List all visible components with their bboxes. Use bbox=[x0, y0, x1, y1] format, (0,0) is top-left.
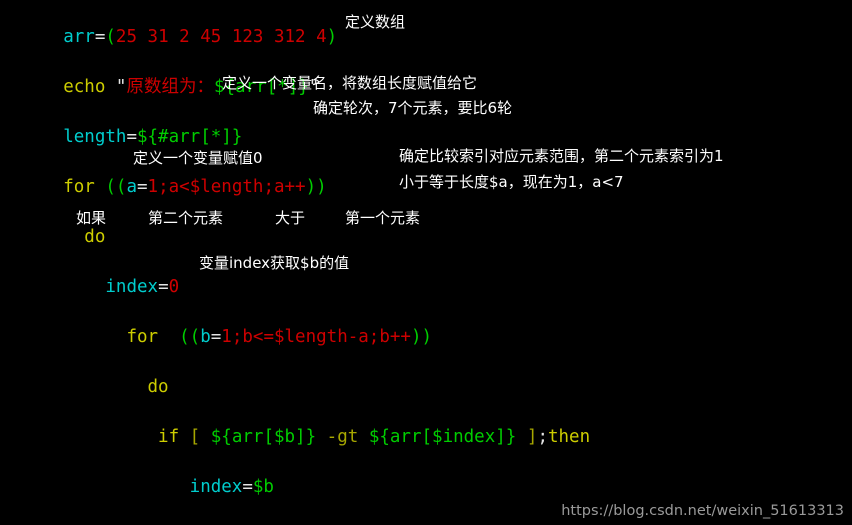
token-keyword-for-inner: for bbox=[126, 327, 159, 347]
token-expansion-array-length: ${#arr[*]} bbox=[136, 127, 243, 147]
code-line-9[interactable]: if [ ${arr[$b]} -gt ${arr[$index]} ];the… bbox=[0, 400, 852, 447]
token-number-zero: 0 bbox=[168, 277, 180, 297]
token-expansion-arr-index: ${arr[$index]} bbox=[368, 427, 517, 447]
token-keyword-then: then bbox=[547, 427, 591, 447]
token-loop-var-b: b bbox=[200, 327, 211, 347]
token-test-bracket-open: [ bbox=[189, 427, 201, 447]
token-semicolon: ; bbox=[537, 427, 548, 447]
code-line-1[interactable]: arr=(25 31 2 45 123 312 4) bbox=[0, 0, 852, 47]
note-define-array: 定义数组 bbox=[345, 13, 406, 31]
code-line-5[interactable]: do bbox=[0, 200, 852, 247]
terminal-screen: arr=(25 31 2 45 123 312 4) echo "原数组为：${… bbox=[0, 0, 852, 525]
note-compare-range: 确定比较索引对应元素范围，第二个元素索引为1 bbox=[399, 147, 724, 165]
token-equals: = bbox=[242, 477, 253, 497]
token-dparen-close: )) bbox=[305, 177, 327, 197]
token-keyword-if: if bbox=[158, 427, 180, 447]
token-paren-close: ) bbox=[326, 27, 338, 47]
code-line-7[interactable]: for ((b=1;b<=$length-a;b++)) bbox=[0, 300, 852, 347]
note-greater-than: 大于 bbox=[275, 209, 306, 227]
token-equals: = bbox=[210, 327, 222, 347]
token-loop-expr-outer: 1;a<$length;a++ bbox=[147, 177, 306, 197]
note-index-gets-b: 变量index获取$b的值 bbox=[199, 254, 350, 272]
note-less-equal-length: 小于等于长度$a，现在为1，a<7 bbox=[399, 173, 624, 191]
token-operator-gt: -gt bbox=[326, 427, 359, 447]
watermark-url: https://blog.csdn.net/weixin_51613313 bbox=[561, 503, 844, 519]
token-dparen-open: (( bbox=[179, 327, 201, 347]
token-identifier-index: index bbox=[105, 277, 159, 297]
token-paren-open: ( bbox=[105, 27, 116, 47]
code-line-10[interactable]: index=$b bbox=[0, 450, 852, 497]
token-identifier-index: index bbox=[189, 477, 243, 497]
token-loop-var-a: a bbox=[126, 177, 137, 197]
token-dparen-open: (( bbox=[105, 177, 127, 197]
token-equals: = bbox=[94, 27, 106, 47]
code-line-2[interactable]: echo "原数组为：${arr[*]}" bbox=[0, 50, 852, 97]
token-quote-open: " bbox=[115, 77, 127, 97]
token-keyword-do-outer: do bbox=[84, 227, 106, 247]
note-rounds: 确定轮次，7个元素，要比6轮 bbox=[313, 99, 513, 117]
note-second-element: 第二个元素 bbox=[148, 209, 224, 227]
note-index-zero: 定义一个变量赋值0 bbox=[133, 149, 263, 167]
code-line-8[interactable]: do bbox=[0, 350, 852, 397]
token-dparen-close: )) bbox=[410, 327, 433, 347]
token-keyword-for: for bbox=[63, 177, 95, 197]
code-line-6[interactable]: index=0 bbox=[0, 250, 852, 297]
token-value-dollar-b: $b bbox=[252, 477, 274, 497]
note-first-element: 第一个元素 bbox=[345, 209, 421, 227]
note-length-var: 定义一个变量名，将数组长度赋值给它 bbox=[222, 74, 478, 92]
token-loop-expr-inner: 1;b<=$length-a;b++ bbox=[221, 327, 411, 347]
token-equals: = bbox=[137, 177, 148, 197]
token-keyword-do-inner: do bbox=[147, 377, 169, 397]
token-expansion-arr-b: ${arr[$b]} bbox=[210, 427, 317, 447]
token-test-bracket-close: ] bbox=[526, 427, 538, 447]
token-identifier-length: length bbox=[63, 127, 127, 147]
token-string-original-array: 原数组为： bbox=[126, 77, 214, 97]
token-array-values: 25 31 2 45 123 312 4 bbox=[115, 27, 327, 47]
note-ruguo: 如果 bbox=[76, 209, 107, 227]
token-identifier-arr: arr bbox=[63, 27, 95, 47]
token-equals: = bbox=[126, 127, 137, 147]
token-keyword-echo: echo bbox=[63, 77, 106, 97]
token-equals: = bbox=[158, 277, 169, 297]
